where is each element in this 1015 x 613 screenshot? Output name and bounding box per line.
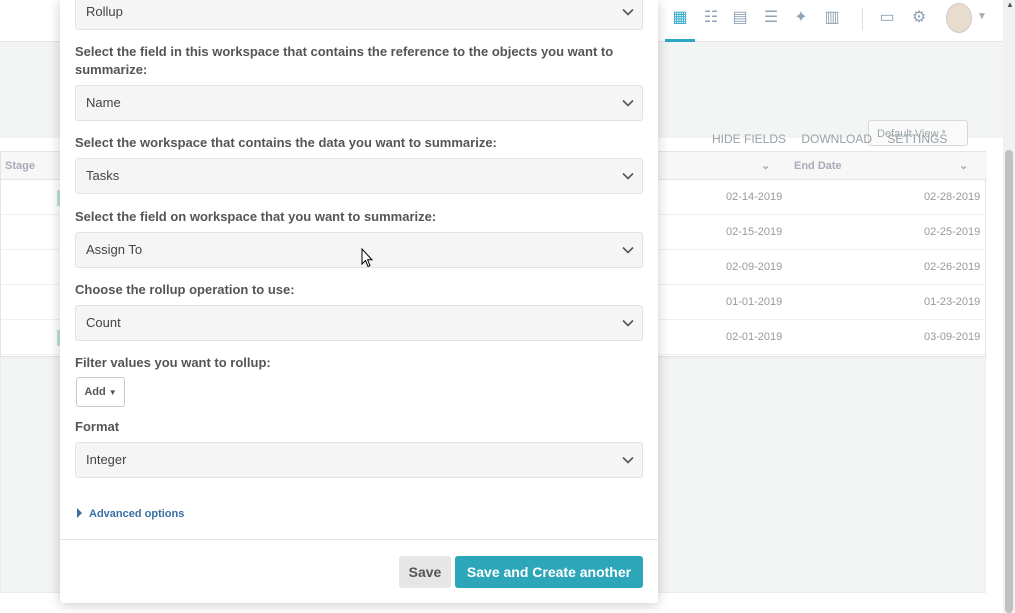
grid-icon[interactable]: ▦: [671, 9, 689, 27]
add-filter-label: Add: [84, 386, 106, 398]
ref-field-select[interactable]: Name: [75, 85, 643, 121]
mouse-cursor-icon: [361, 248, 373, 268]
operation-select[interactable]: Count: [75, 305, 643, 341]
field-type-value: Rollup: [86, 4, 123, 19]
scroll-up-icon[interactable]: ▲: [1006, 0, 1014, 9]
gantt-icon[interactable]: ☰: [762, 9, 780, 27]
start-date-cell: 02-09-2019: [726, 261, 783, 273]
end-date-cell: 02-28-2019: [924, 191, 981, 203]
format-select[interactable]: Integer: [75, 442, 643, 478]
start-date-cell: 02-01-2019: [726, 331, 783, 343]
network-icon[interactable]: ✦: [792, 9, 810, 27]
chevron-down-icon: [622, 172, 634, 180]
operation-label: Choose the rollup operation to use:: [75, 282, 295, 297]
chevron-down-icon: [622, 319, 634, 327]
chart-icon[interactable]: ▥: [823, 9, 841, 27]
summarize-field-label: Select the field on workspace that you w…: [75, 209, 437, 224]
avatar[interactable]: [946, 3, 972, 33]
hierarchy-icon[interactable]: ☷: [702, 9, 720, 27]
hide-fields-link[interactable]: HIDE FIELDS: [712, 132, 786, 146]
format-value: Integer: [86, 452, 127, 467]
format-label: Format: [75, 419, 120, 434]
column-header-end-date[interactable]: End Date: [794, 160, 842, 172]
column-header-stage[interactable]: Stage: [5, 160, 35, 172]
advanced-options-toggle[interactable]: Advanced options: [77, 508, 184, 520]
chevron-down-icon[interactable]: ⌄: [959, 159, 968, 172]
start-date-cell: 02-14-2019: [726, 191, 783, 203]
operation-value: Count: [86, 315, 121, 330]
caret-right-icon: [77, 508, 82, 518]
save-button[interactable]: Save: [399, 556, 451, 588]
chevron-down-icon: [622, 99, 634, 107]
workspace-select[interactable]: Tasks: [75, 158, 643, 194]
field-type-select[interactable]: Rollup: [75, 0, 643, 30]
inbox-icon[interactable]: ▭: [878, 9, 896, 27]
ref-field-value: Name: [86, 95, 121, 110]
chevron-down-icon: [622, 246, 634, 254]
rollup-field-dialog: Rollup Select the field in this workspac…: [60, 0, 658, 603]
filter-label: Filter values you want to rollup:: [75, 355, 271, 370]
chevron-down-icon[interactable]: ⌄: [761, 159, 770, 172]
end-date-cell: 01-23-2019: [924, 296, 981, 308]
add-filter-button[interactable]: Add ▼: [76, 377, 125, 407]
chevron-down-icon: [622, 8, 634, 16]
download-link[interactable]: DOWNLOAD: [801, 132, 872, 146]
ref-field-label: Select the field in this workspace that …: [75, 44, 614, 77]
end-date-cell: 02-25-2019: [924, 226, 981, 238]
advanced-options-label: Advanced options: [89, 508, 185, 520]
end-date-cell: 02-26-2019: [924, 261, 981, 273]
workspace-label: Select the workspace that contains the d…: [75, 135, 497, 150]
calendar-icon[interactable]: ▤: [731, 9, 749, 27]
summarize-field-value: Assign To: [86, 242, 143, 257]
nav-separator: [862, 8, 863, 30]
summarize-field-select[interactable]: Assign To: [75, 232, 643, 268]
gear-icon[interactable]: ⚙: [910, 9, 928, 27]
grid-tools: HIDE FIELDS DOWNLOAD SETTINGS: [712, 132, 959, 146]
page-scrollbar[interactable]: ▲: [1003, 0, 1015, 613]
save-and-create-another-button[interactable]: Save and Create another: [455, 556, 643, 588]
dialog-footer: Save Save and Create another: [60, 539, 658, 603]
chevron-down-icon[interactable]: ▼: [977, 11, 987, 22]
start-date-cell: 01-01-2019: [726, 296, 783, 308]
end-date-cell: 03-09-2019: [924, 331, 981, 343]
caret-down-icon: ▼: [108, 388, 117, 397]
settings-link[interactable]: SETTINGS: [887, 132, 947, 146]
workspace-value: Tasks: [86, 168, 120, 183]
chevron-down-icon: [622, 456, 634, 464]
start-date-cell: 02-15-2019: [726, 226, 783, 238]
scrollbar-thumb[interactable]: [1005, 150, 1013, 613]
